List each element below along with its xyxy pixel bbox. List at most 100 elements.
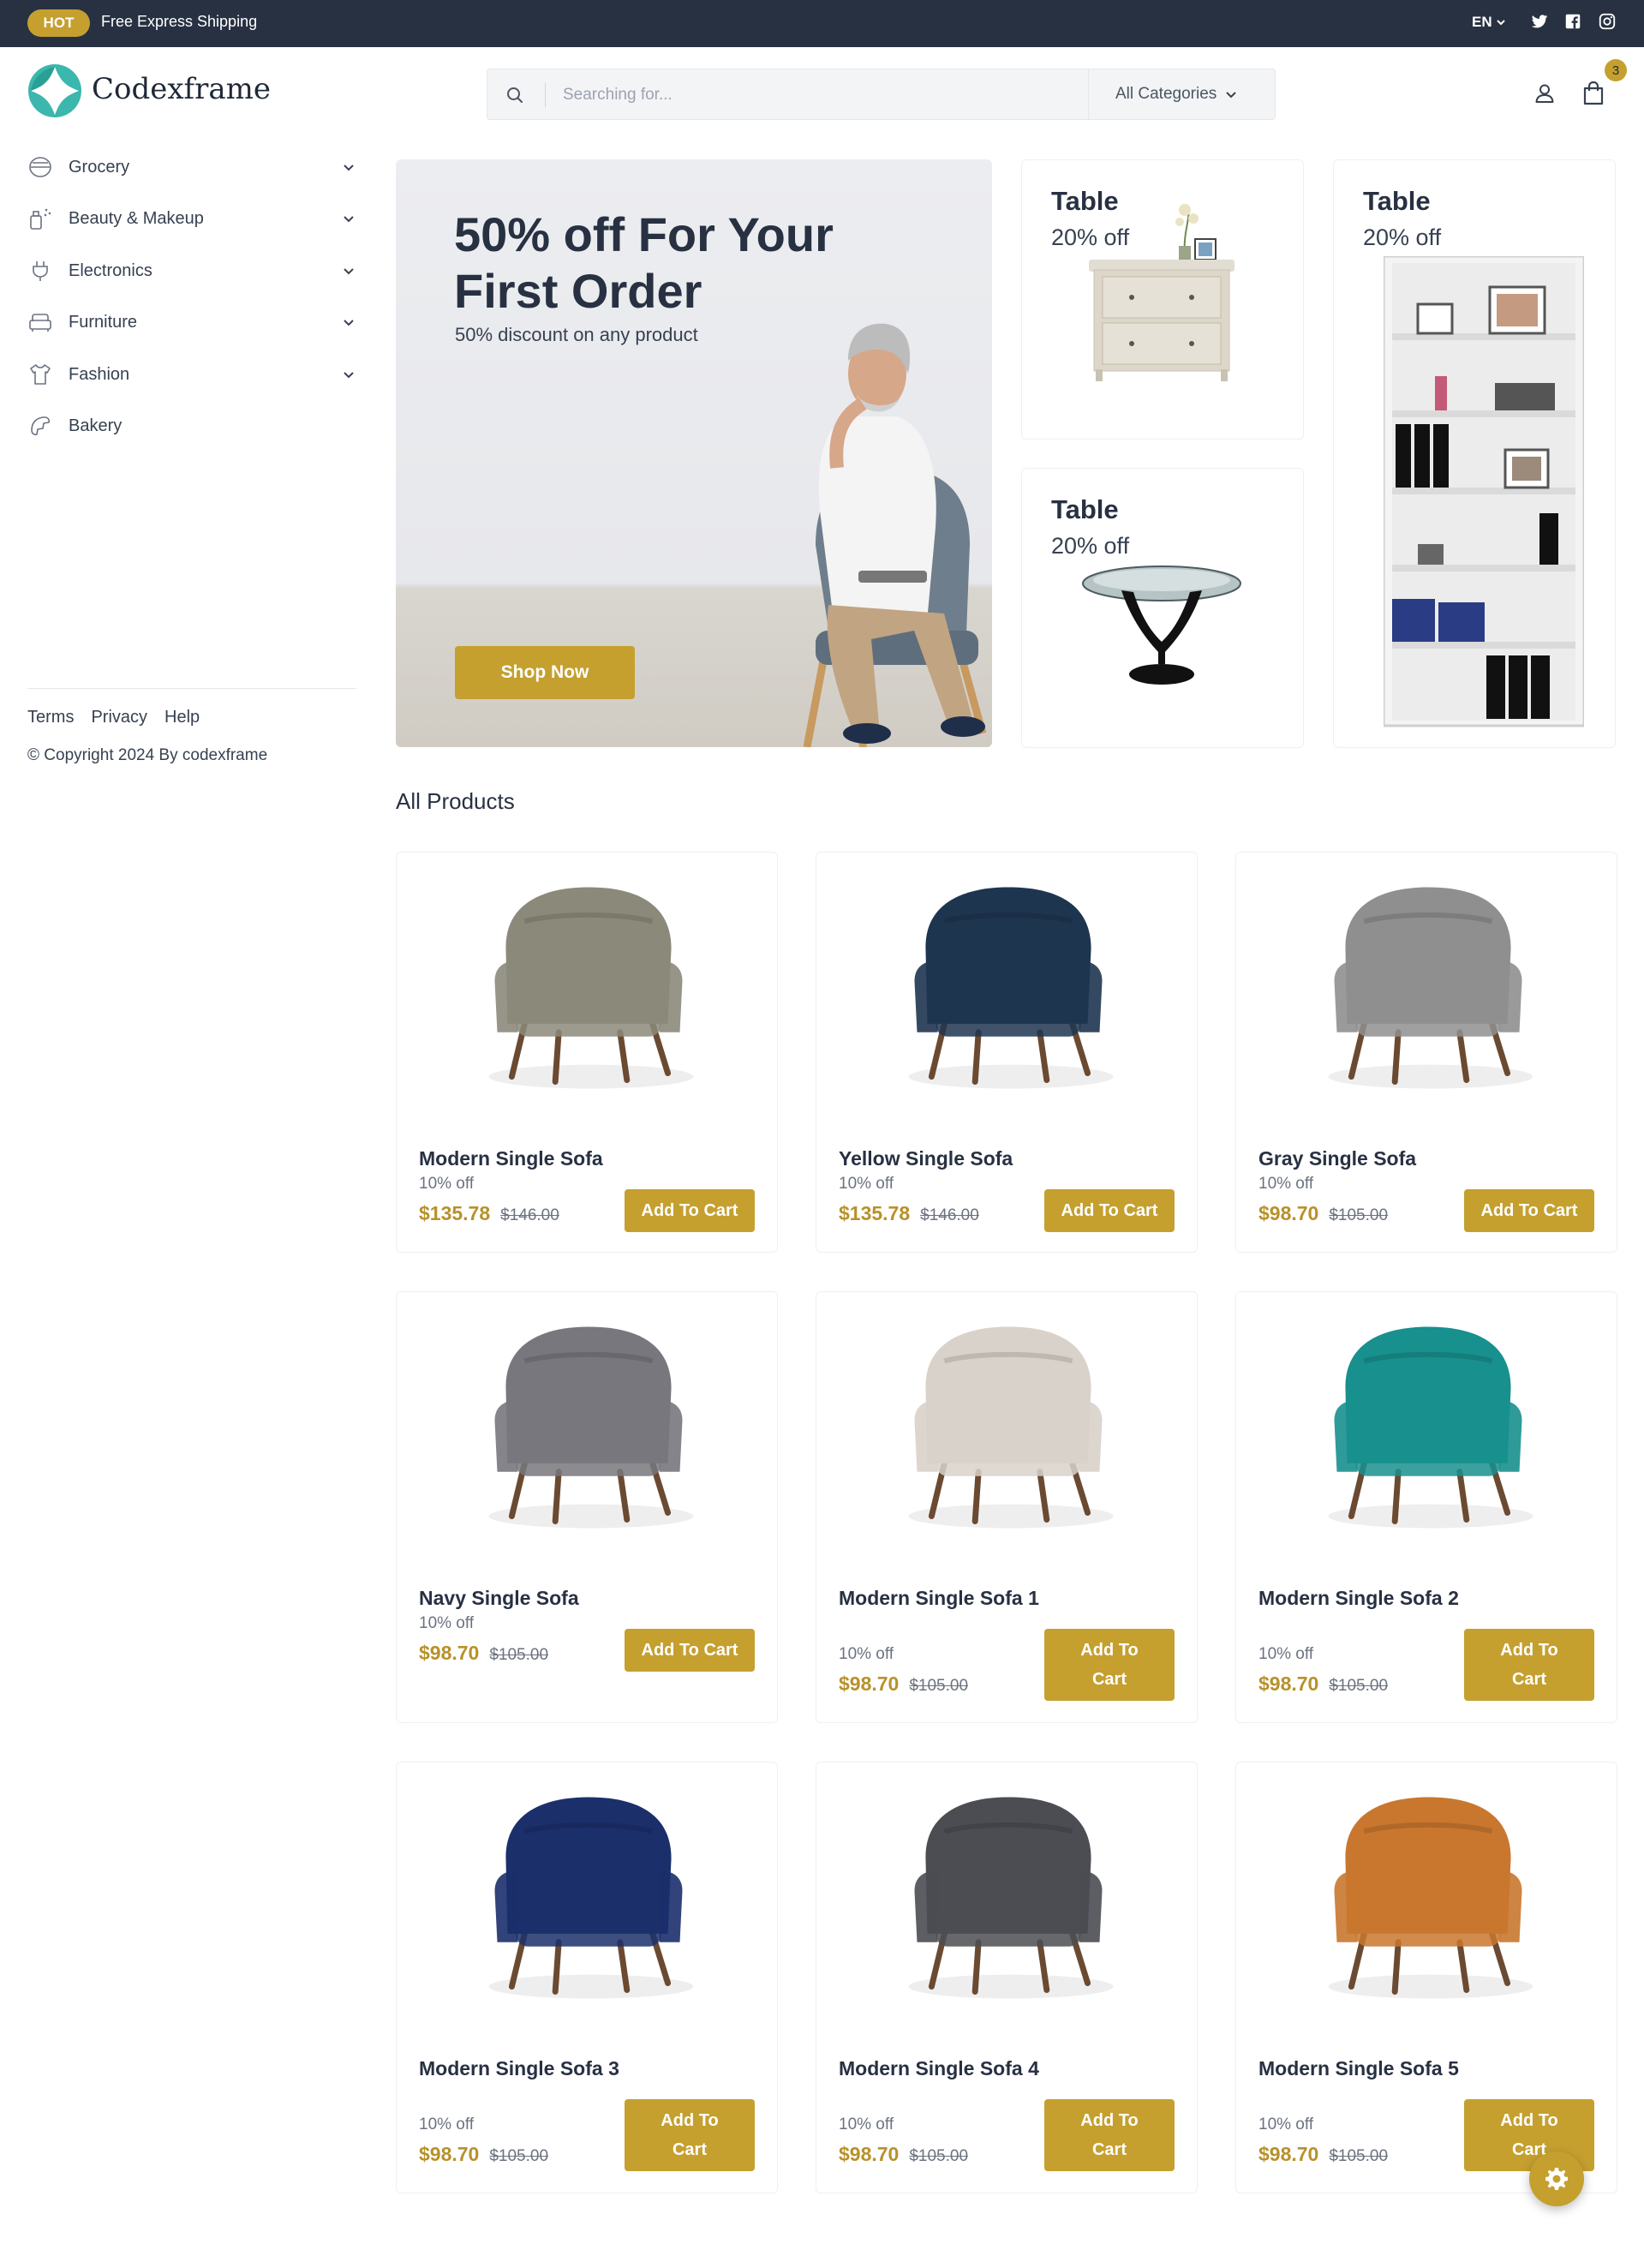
sidebar-item-label: Grocery [69,157,130,177]
chevron-down-icon[interactable] [341,314,356,330]
product-name[interactable]: Modern Single Sofa 3 [419,2054,633,2084]
product-price-group: $135.78 $146.00 [419,1202,559,1225]
croissant-icon [31,416,51,436]
category-select[interactable]: All Categories [1088,69,1276,119]
settings-fab[interactable] [1529,2151,1584,2206]
product-price-group: $98.70 $105.00 [839,1673,968,1696]
product-discount: 10% off [839,1175,894,1193]
search-input[interactable] [563,78,1043,112]
search-icon[interactable] [505,85,525,105]
sidebar-item-label: Fashion [69,364,130,384]
sidebar-divider [27,688,356,689]
product-name[interactable]: Navy Single Sofa [419,1583,633,1613]
product-price: $135.78 [419,1202,491,1224]
top-bar: HOT Free Express Shipping EN [0,0,1644,47]
chevron-down-icon[interactable] [341,211,356,226]
plug-icon [33,261,48,281]
language-label: EN [1472,14,1492,30]
product-old-price: $105.00 [1329,2147,1389,2165]
footer-link-terms[interactable]: Terms [27,708,74,727]
brand-name[interactable]: Codexframe [92,72,271,106]
search-bar: All Categories [487,69,1276,120]
instagram-icon[interactable] [1598,12,1617,31]
product-name[interactable]: Modern Single Sofa 2 [1258,1583,1473,1613]
add-to-cart-button[interactable]: Add To Cart [1464,1189,1594,1232]
add-to-cart-button[interactable]: Add To Cart [625,1189,755,1232]
product-price: $98.70 [839,1673,900,1695]
add-to-cart-button[interactable]: Add To Cart [625,2099,755,2171]
sidebar-item-beauty-makeup[interactable]: Beauty & Makeup [27,201,356,236]
product-name[interactable]: Modern Single Sofa 4 [839,2054,1053,2084]
footer-link-help[interactable]: Help [164,708,200,727]
product-card[interactable]: Navy Single Sofa 10% off $98.70 $105.00 Add … [396,1291,778,1723]
shop-now-button[interactable]: Shop Now [455,646,635,699]
product-old-price: $105.00 [909,2147,969,2165]
sidebar-item-label: Bakery [69,416,123,435]
hero-subtitle: 50% discount on any product [455,324,698,345]
product-card[interactable]: Modern Single Sofa 2 10% off $98.70 $105.00… [1235,1291,1617,1723]
product-name[interactable]: Modern Single Sofa 1 [839,1583,1053,1613]
product-price-group: $98.70 $105.00 [1258,1202,1388,1225]
product-price-group: $98.70 $105.00 [1258,2143,1388,2166]
shipping-text: Free Express Shipping [101,13,258,30]
product-price: $98.70 [419,1642,480,1664]
product-discount: 10% off [419,1614,475,1632]
product-card[interactable]: Gray Single Sofa 10% off $98.70 $105.00 Add … [1235,852,1617,1253]
product-image [1328,1326,1533,1529]
twitter-icon[interactable] [1530,12,1549,31]
product-old-price: $105.00 [489,2147,549,2165]
sidebar-item-fashion[interactable]: Fashion [27,357,356,392]
sidebar-item-grocery[interactable]: Grocery [27,150,356,184]
sidebar-item-electronics[interactable]: Electronics [27,254,356,288]
sidebar-item-furniture[interactable]: Furniture [27,305,356,339]
user-icon[interactable] [1533,82,1556,105]
add-to-cart-button[interactable]: Add To Cart [625,1629,755,1672]
drawer-table-image [1089,204,1234,381]
promo-card-round-table[interactable]: Table 20% off [1021,468,1304,748]
chevron-down-icon[interactable] [341,263,356,278]
chevron-down-icon[interactable] [341,367,356,382]
add-to-cart-button[interactable]: Add To Cart [1044,1629,1175,1701]
product-price-group: $98.70 $105.00 [419,2143,548,2166]
product-name[interactable]: Modern Single Sofa [419,1144,633,1174]
hero-title: 50% off For Your First Order [454,207,834,318]
product-name[interactable]: Yellow Single Sofa [839,1144,1053,1174]
product-discount: 10% off [419,2115,475,2133]
footer-link-privacy[interactable]: Privacy [91,708,147,727]
language-selector[interactable]: EN [1472,14,1506,31]
add-to-cart-button[interactable]: Add To Cart [1464,1629,1594,1701]
chevron-down-icon[interactable] [341,159,356,175]
product-old-price: $105.00 [1329,1206,1389,1224]
gear-icon [1545,2168,1568,2190]
product-old-price: $146.00 [500,1206,559,1224]
add-to-cart-button[interactable]: Add To Cart [1044,2099,1175,2171]
product-price: $98.70 [1258,1673,1319,1695]
cart-count-badge: 3 [1605,59,1627,81]
hot-badge: HOT [27,9,90,37]
product-card[interactable]: Modern Single Sofa 5 10% off $98.70 $105.00… [1235,1762,1617,2193]
brand-logo-icon[interactable] [27,63,82,118]
product-image [908,887,1114,1089]
sidebar-item-bakery[interactable]: Bakery [27,409,356,443]
chevron-down-icon [1226,92,1236,99]
product-card[interactable]: Modern Single Sofa 1 10% off $98.70 $105.00… [816,1291,1198,1723]
product-discount: 10% off [839,2115,894,2133]
promo-title: Table [1363,186,1431,216]
product-card[interactable]: Modern Single Sofa 3 10% off $98.70 $105.00… [396,1762,778,2193]
hero-banner: 50% off For Your First Order 50% discoun… [396,159,992,747]
product-name[interactable]: Gray Single Sofa [1258,1144,1473,1174]
facebook-icon[interactable] [1563,12,1582,31]
promo-card-drawer-table[interactable]: Table 20% off [1021,159,1304,440]
product-card[interactable]: Modern Single Sofa 4 10% off $98.70 $105.00… [816,1762,1198,2193]
add-to-cart-button[interactable]: Add To Cart [1044,1189,1175,1232]
promo-card-bookshelf[interactable]: Table 20% off [1333,159,1616,748]
sidebar-item-label: Furniture [69,312,138,332]
product-card[interactable]: Yellow Single Sofa 10% off $135.78 $146.00 A… [816,852,1198,1253]
promo-discount: 20% off [1051,533,1130,559]
product-price: $135.78 [839,1202,911,1224]
product-card[interactable]: Modern Single Sofa 10% off $135.78 $146.00 A… [396,852,778,1253]
product-discount: 10% off [1258,1175,1314,1193]
product-name[interactable]: Modern Single Sofa 5 [1258,2054,1473,2084]
product-discount: 10% off [1258,2115,1314,2133]
shopping-bag-icon[interactable] [1581,81,1605,106]
